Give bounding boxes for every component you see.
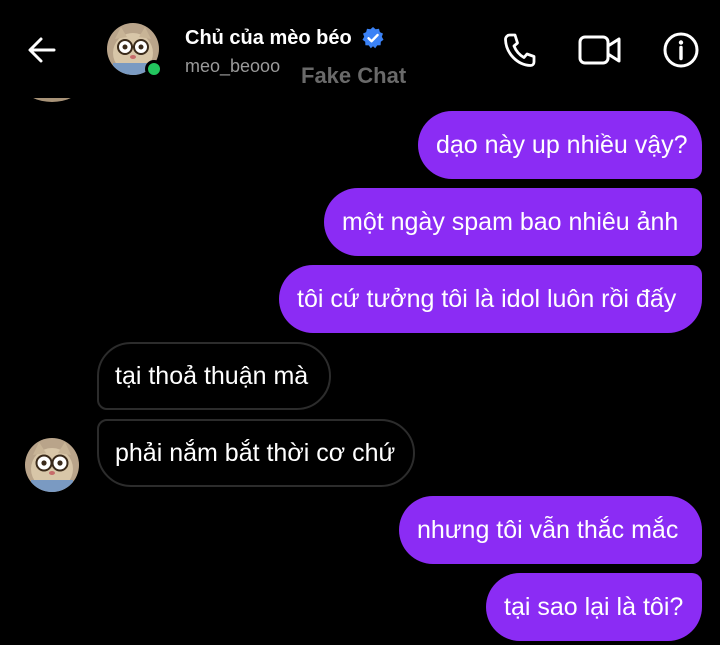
verified-badge-icon — [362, 27, 384, 49]
sender-avatar[interactable] — [25, 438, 79, 492]
phone-icon — [504, 33, 536, 67]
call-button[interactable] — [497, 28, 541, 72]
watermark-text: Fake Chat — [301, 63, 407, 88]
message-text: tại thoả thuận mà — [115, 362, 309, 390]
message-bubble-sent[interactable]: nhưng tôi vẫn thắc mắc — [399, 496, 702, 564]
message-bubble-sent[interactable]: dạo này up nhiều vậy? — [418, 111, 702, 179]
contact-name-row[interactable]: Chủ của mèo béo — [185, 25, 385, 51]
message-text: phải nắm bắt thời cơ chứ — [115, 439, 396, 467]
contact-name: Chủ của mèo béo — [185, 26, 352, 49]
message-bubble-sent[interactable]: một ngày spam bao nhiêu ảnh — [324, 188, 702, 256]
message-text: một ngày spam bao nhiêu ảnh — [342, 208, 679, 236]
message-bubble-sent[interactable]: tại sao lại là tôi? — [486, 573, 702, 641]
video-call-button[interactable] — [578, 28, 622, 72]
arrow-left-icon — [28, 37, 56, 63]
info-icon — [663, 32, 699, 68]
contact-username: meo_beooo — [185, 56, 281, 76]
contact-avatar[interactable] — [107, 23, 163, 78]
message-bubble-sent[interactable]: tôi cứ tưởng tôi là idol luôn rồi đấy — [279, 265, 702, 333]
back-button[interactable] — [24, 32, 60, 68]
online-status-dot — [145, 60, 163, 78]
chat-header: Chủ của mèo béo meo_beooo Fake Chat — [0, 0, 720, 98]
message-bubble-received[interactable]: tại thoả thuận mà — [97, 342, 331, 410]
message-text: tại sao lại là tôi? — [504, 593, 684, 621]
message-text: tôi cứ tưởng tôi là idol luôn rồi đấy — [297, 285, 677, 313]
info-button[interactable] — [659, 28, 703, 72]
video-camera-icon — [578, 35, 621, 65]
message-text: dạo này up nhiều vậy? — [436, 131, 688, 159]
message-bubble-received[interactable]: phải nắm bắt thời cơ chứ — [97, 419, 415, 487]
message-text: nhưng tôi vẫn thắc mắc — [417, 516, 679, 544]
